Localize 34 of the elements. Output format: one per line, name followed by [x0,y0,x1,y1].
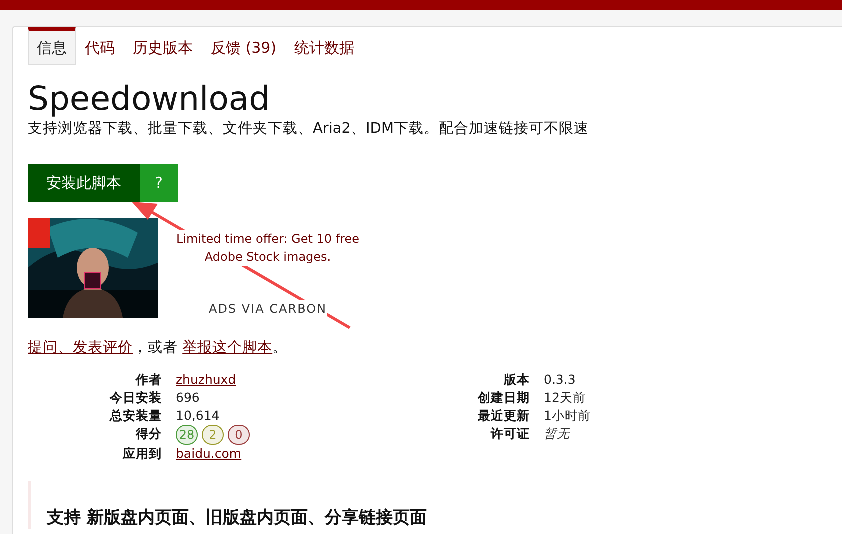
tab[interactable]: 代码 [76,27,124,65]
feedback-link[interactable]: 提问、发表评价 [28,340,133,356]
field-value: 0.3.3 [544,371,577,389]
help-button[interactable]: ? [140,164,178,202]
report-link[interactable]: 举报这个脚本 [182,340,273,356]
feedback-sentence: 提问、发表评价，或者 举报这个脚本。 [28,338,289,357]
field-link[interactable]: baidu.com [176,445,242,463]
field-label: 作者 [134,371,162,389]
field-label: 今日安装 [109,389,162,407]
field-label: 得分 [134,425,162,443]
score-badge: 2 [202,425,224,445]
field-link[interactable]: zhuzhuxd [176,371,236,389]
field-value: 10,614 [176,407,221,425]
field-label: 版本 [502,371,530,389]
ad-attribution[interactable]: ADS VIA CARBON [208,300,328,318]
field-value: 12天前 [544,389,587,407]
field-label: 总安装量 [108,407,162,425]
tab[interactable]: 反馈 (39) [202,27,286,65]
tab[interactable]: 历史版本 [124,27,202,65]
script-description: 支持浏览器下载、批量下载、文件夹下载、Aria2、IDM下载。配合加速链接可不限速 [28,120,590,138]
score-badge: 0 [228,425,250,445]
field-label: 许可证 [490,425,530,443]
install-button[interactable]: 安装此脚本 [28,164,140,202]
field-value: 696 [176,389,201,407]
field-label: 最近更新 [477,407,530,425]
score-badge: 28 [176,425,198,445]
tab[interactable]: 统计数据 [286,27,364,65]
script-title: Speedownload [28,79,272,119]
field-value: 1小时前 [544,407,591,425]
field-label: 应用到 [122,445,162,463]
field-value: 暂无 [544,425,572,443]
field-label: 创建日期 [476,389,530,407]
section-heading: 支持 新版盘内页面、旧版盘内页面、分享链接页面 [47,507,428,529]
tab[interactable]: 信息 [28,27,76,65]
